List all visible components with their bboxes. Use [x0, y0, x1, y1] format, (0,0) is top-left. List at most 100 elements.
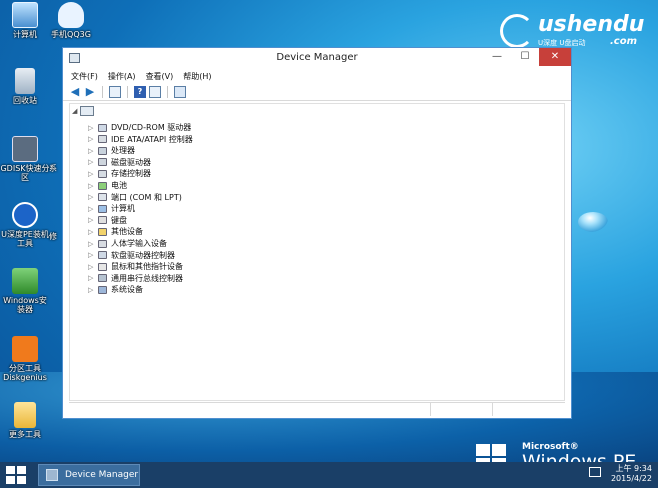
device-category-icon: [98, 181, 107, 190]
taskbar-device-manager[interactable]: Device Manager: [38, 464, 140, 486]
computer-icon: [12, 2, 38, 28]
computer-root-icon: [80, 106, 95, 116]
device-category-icon: [98, 274, 107, 283]
device-category-icon: [98, 158, 107, 167]
expand-icon[interactable]: ▷: [88, 286, 94, 294]
tree-item[interactable]: ▷ 键盘: [88, 215, 127, 226]
desktop-icon-partial-1[interactable]: 系: [44, 164, 62, 173]
device-category-icon: [98, 262, 107, 271]
desktop-icon-label: Windows安装器: [3, 296, 47, 314]
tree-item[interactable]: ▷ IDE ATA/ATAPI 控制器: [88, 134, 193, 145]
tree-item-label: IDE ATA/ATAPI 控制器: [111, 134, 193, 144]
expand-icon[interactable]: ▷: [88, 147, 94, 155]
expand-icon[interactable]: ▷: [88, 263, 94, 271]
desktop-icon-computer[interactable]: 计算机: [0, 2, 50, 39]
desktop-icon-windows-installer[interactable]: Windows安装器: [0, 268, 50, 314]
help-icon[interactable]: ?: [134, 85, 146, 98]
menu-bar: 文件(F) 操作(A) 查看(V) 帮助(H): [63, 69, 571, 83]
tree-item[interactable]: ▷ 鼠标和其他指针设备: [88, 261, 183, 272]
desktop-icon-label: 回收站: [13, 96, 37, 105]
recycle-bin-icon: [15, 68, 35, 94]
expand-icon[interactable]: ▷: [88, 240, 94, 248]
desktop-icon-label: 修: [49, 232, 57, 241]
tree-item[interactable]: ▷ 通用串行总线控制器: [88, 273, 183, 284]
tree-item[interactable]: ▷ 端口 (COM 和 LPT): [88, 192, 182, 203]
system-tray: 上午 9:34 2015/4/22: [588, 464, 652, 484]
tree-item[interactable]: ▷ DVD/CD-ROM 驱动器: [88, 122, 191, 133]
forward-arrow-icon[interactable]: ▶: [84, 85, 96, 98]
expand-icon[interactable]: ▷: [88, 158, 94, 166]
diskgenius-icon: [12, 336, 38, 362]
swirl-icon: [500, 14, 534, 48]
minimize-button[interactable]: —: [483, 48, 511, 66]
status-bar: [69, 402, 565, 416]
status-pane-3: [493, 403, 565, 416]
tree-item[interactable]: ▷ 处理器: [88, 145, 135, 156]
desktop-icon-label: U深度PE装机工具: [1, 230, 49, 248]
taskbar: Device Manager 上午 9:34 2015/4/22: [0, 462, 658, 488]
menu-action[interactable]: 操作(A): [108, 71, 136, 82]
menu-file[interactable]: 文件(F): [71, 71, 98, 82]
tree-item-label: 磁盘驱动器: [111, 157, 151, 167]
maximize-button[interactable]: ☐: [511, 48, 539, 66]
close-button[interactable]: ✕: [539, 48, 571, 66]
tree-item[interactable]: ▷ 其他设备: [88, 226, 143, 237]
start-button[interactable]: [6, 466, 26, 484]
desktop-icon-label: 系: [49, 164, 57, 173]
tree-item[interactable]: ▷ 电池: [88, 180, 127, 191]
status-pane-2: [431, 403, 493, 416]
properties-icon[interactable]: [149, 85, 161, 98]
menu-help[interactable]: 帮助(H): [183, 71, 211, 82]
clock-time[interactable]: 上午 9:34: [611, 464, 652, 474]
expand-icon[interactable]: ▷: [88, 274, 94, 282]
clock-date[interactable]: 2015/4/22: [611, 474, 652, 484]
collapse-icon[interactable]: ◢: [72, 107, 77, 115]
back-arrow-icon[interactable]: ◀: [69, 85, 81, 98]
tree-item-label: 键盘: [111, 215, 127, 225]
ghost-icon: [58, 2, 84, 28]
toolbar-separator: [167, 85, 168, 98]
device-category-icon: [98, 123, 107, 132]
device-category-icon: [98, 204, 107, 213]
desktop-icon-diskgenius[interactable]: 分区工具Diskgenius: [0, 336, 50, 382]
show-hide-console-tree-icon[interactable]: [109, 85, 121, 98]
tree-item[interactable]: ▷ 系统设备: [88, 284, 143, 295]
tree-item[interactable]: ▷ 磁盘驱动器: [88, 157, 151, 168]
tree-root[interactable]: ◢: [72, 106, 95, 116]
action-center-icon[interactable]: [588, 467, 601, 477]
device-category-icon: [98, 216, 107, 225]
tree-item[interactable]: ▷ 存储控制器: [88, 168, 151, 179]
desktop-icon-more-tools[interactable]: 更多工具: [0, 402, 50, 439]
expand-icon[interactable]: ▷: [88, 251, 94, 259]
desktop-icon-label: 计算机: [13, 30, 37, 39]
toolbar: ◀ ▶ ?: [63, 83, 571, 101]
desktop-icon-recycle-bin[interactable]: 回收站: [0, 68, 50, 105]
tree-item[interactable]: ▷ 人体学输入设备: [88, 238, 167, 249]
expand-icon[interactable]: ▷: [88, 135, 94, 143]
desktop-icon-label: 更多工具: [9, 430, 41, 439]
tree-item-label: DVD/CD-ROM 驱动器: [111, 123, 192, 132]
desktop-icon-qq[interactable]: 手机QQ3G: [46, 2, 96, 39]
menu-view[interactable]: 查看(V): [146, 71, 174, 82]
logo-brand: ushendu: [538, 12, 645, 37]
toolbar-separator: [102, 85, 103, 98]
window-titlebar[interactable]: Device Manager — ☐ ✕: [63, 48, 571, 69]
desktop-icon-gdisk[interactable]: GDISK快速分区: [0, 136, 50, 182]
scan-hardware-icon[interactable]: [174, 85, 186, 98]
expand-icon[interactable]: ▷: [88, 216, 94, 224]
device-category-icon: [98, 193, 107, 202]
gdisk-icon: [12, 136, 38, 162]
desktop-icon-ushendu-pe[interactable]: U深度PE装机工具: [0, 202, 50, 248]
device-category-icon: [98, 169, 107, 178]
expand-icon[interactable]: ▷: [88, 170, 94, 178]
expand-icon[interactable]: ▷: [88, 193, 94, 201]
expand-icon[interactable]: ▷: [88, 205, 94, 213]
desktop-icon-partial-2[interactable]: 修: [44, 232, 62, 241]
tree-item-label: 存储控制器: [111, 169, 151, 179]
wallpaper-droplet: [578, 212, 608, 232]
expand-icon[interactable]: ▷: [88, 228, 94, 236]
tree-item[interactable]: ▷ 软盘驱动器控制器: [88, 250, 175, 261]
tree-item[interactable]: ▷ 计算机: [88, 203, 135, 214]
expand-icon[interactable]: ▷: [88, 124, 94, 132]
expand-icon[interactable]: ▷: [88, 182, 94, 190]
